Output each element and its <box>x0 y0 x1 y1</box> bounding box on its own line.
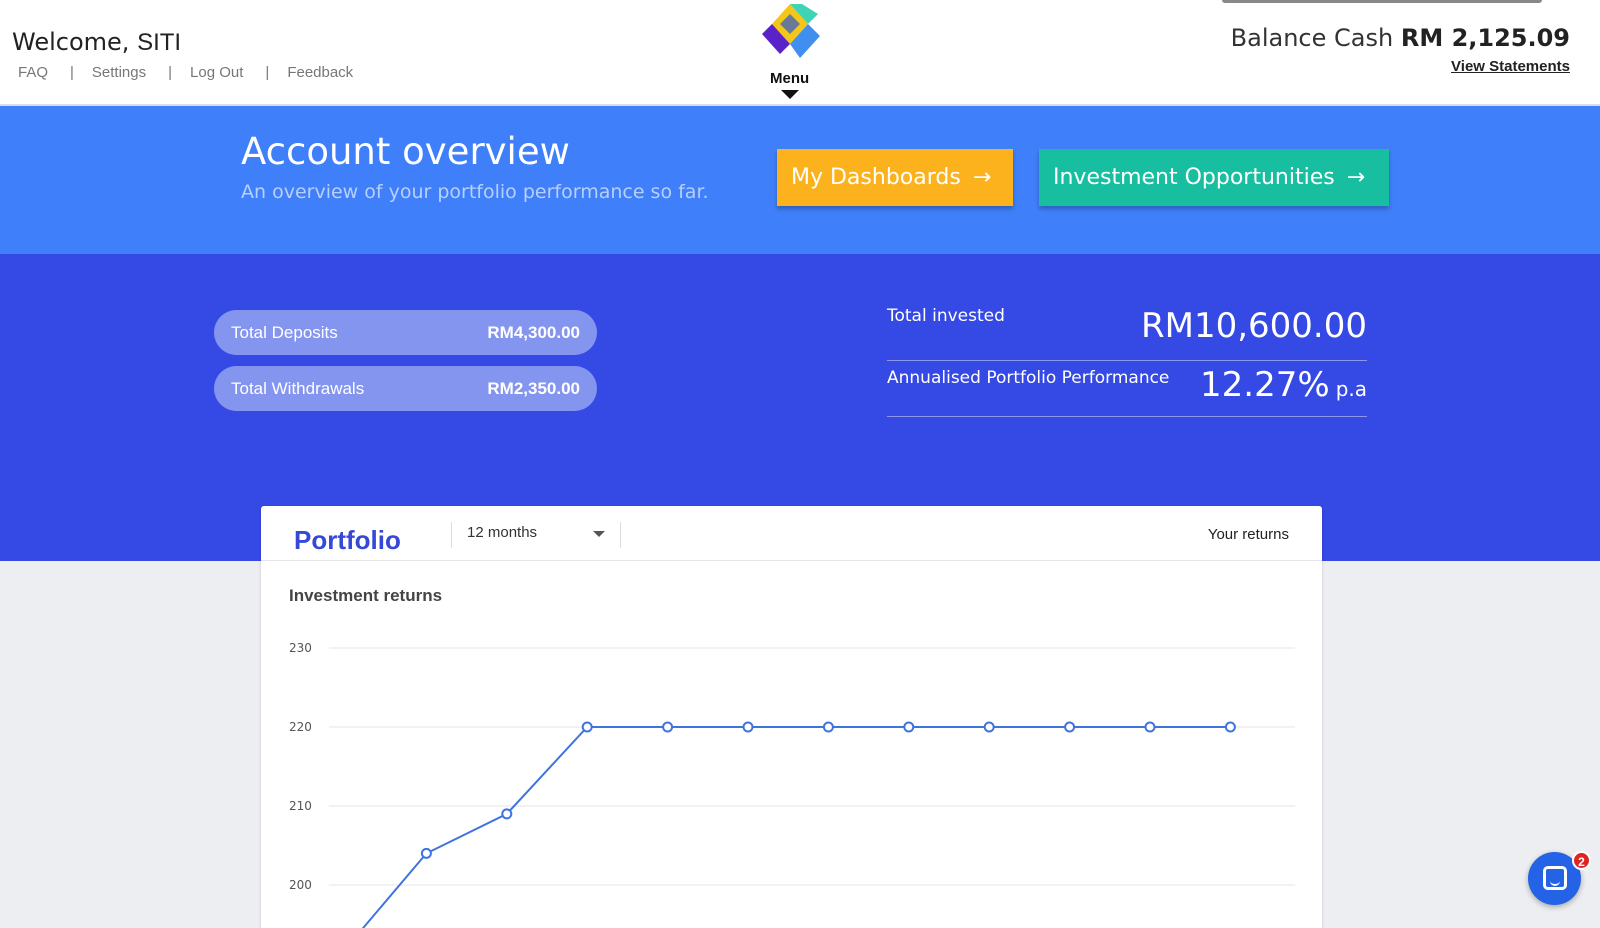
data-point[interactable] <box>983 721 995 733</box>
faq-link[interactable]: FAQ <box>18 64 48 81</box>
header-divider <box>620 522 621 548</box>
top-links: FAQ | Settings | Log Out | Feedback <box>18 64 353 81</box>
data-point[interactable] <box>501 808 513 820</box>
my-dashboards-button[interactable]: My Dashboards → <box>777 149 1013 206</box>
link-separator: | <box>265 64 270 81</box>
chat-notification-badge: 2 <box>1572 851 1591 870</box>
total-withdrawals-label: Total Withdrawals <box>231 378 365 398</box>
investment-returns-chart: 200 210 220 230 <box>289 641 1295 928</box>
y-tick-label: 210 <box>289 799 312 813</box>
series-line <box>361 726 1231 928</box>
page-subtitle: An overview of your portfolio performanc… <box>241 181 709 203</box>
total-invested-value: RM10,600.00 <box>1141 306 1367 346</box>
header-divider <box>451 522 452 548</box>
performance-value: 12.27% <box>1200 365 1330 405</box>
feedback-link[interactable]: Feedback <box>287 64 353 81</box>
link-separator: | <box>70 64 74 81</box>
total-invested-row: Total invested RM10,600.00 <box>887 304 1367 361</box>
page-title: Account overview <box>241 130 570 173</box>
chart-title: Investment returns <box>289 586 443 605</box>
menu-caret-icon[interactable] <box>781 90 799 99</box>
performance-unit: p.a <box>1335 377 1367 401</box>
period-selected-value: 12 months <box>467 524 538 541</box>
portfolio-title: Portfolio <box>294 525 401 555</box>
data-point[interactable] <box>1224 721 1236 733</box>
menu-label[interactable]: Menu <box>770 70 809 87</box>
portfolio-card: Portfolio 12 months Your returns Investm… <box>261 506 1322 928</box>
balance-cash: Balance Cash RM 2,125.09 <box>1231 24 1570 52</box>
data-point[interactable] <box>662 721 674 733</box>
data-point[interactable] <box>420 847 432 859</box>
total-withdrawals-pill: Total Withdrawals RM2,350.00 <box>214 366 597 411</box>
total-deposits-pill: Total Deposits RM4,300.00 <box>214 310 597 355</box>
welcome-label: Welcome, <box>12 28 130 56</box>
brand-logo-icon[interactable] <box>756 0 824 68</box>
total-withdrawals-value: RM2,350.00 <box>487 378 580 398</box>
data-point[interactable] <box>903 721 915 733</box>
user-name: SITI <box>137 29 182 56</box>
performance-label: Annualised Portfolio Performance <box>887 368 1170 388</box>
performance-row: Annualised Portfolio Performance 12.27% p… <box>887 361 1367 417</box>
total-invested-label: Total invested <box>887 306 1005 326</box>
data-point[interactable] <box>822 721 834 733</box>
performance-value-group: 12.27% p.a <box>1200 365 1367 405</box>
period-select[interactable]: 12 months <box>467 524 617 541</box>
your-returns-tab[interactable]: Your returns <box>1208 526 1289 543</box>
y-tick-label: 220 <box>289 720 312 734</box>
my-dashboards-label: My Dashboards <box>791 165 961 190</box>
link-separator: | <box>168 64 173 81</box>
logout-link[interactable]: Log Out <box>190 64 243 81</box>
balance-label: Balance Cash <box>1230 24 1394 52</box>
y-tick-label: 200 <box>289 878 312 892</box>
data-point[interactable] <box>1064 721 1076 733</box>
settings-link[interactable]: Settings <box>92 64 146 81</box>
investment-opportunities-button[interactable]: Investment Opportunities → <box>1039 149 1389 206</box>
data-point[interactable] <box>581 721 593 733</box>
topbar-edge <box>1222 0 1542 3</box>
total-deposits-label: Total Deposits <box>231 322 338 342</box>
portfolio-card-header: Portfolio 12 months Your returns <box>261 506 1322 561</box>
y-tick-label: 230 <box>289 641 312 655</box>
balance-amount: RM 2,125.09 <box>1400 24 1570 52</box>
arrow-right-icon: → <box>972 165 992 190</box>
arrow-right-icon: → <box>1346 165 1366 190</box>
total-deposits-value: RM4,300.00 <box>487 322 580 342</box>
investment-opportunities-label: Investment Opportunities <box>1053 165 1335 190</box>
view-statements-link[interactable]: View Statements <box>1451 58 1570 75</box>
top-header: Welcome, SITI FAQ | Settings | Log Out |… <box>0 0 1600 106</box>
chat-icon <box>1543 866 1567 890</box>
data-point[interactable] <box>1144 721 1156 733</box>
account-overview-band: Account overview An overview of your por… <box>0 106 1600 254</box>
dropdown-caret-icon <box>593 531 605 537</box>
data-point[interactable] <box>742 721 754 733</box>
welcome-message: Welcome, SITI <box>12 28 181 57</box>
